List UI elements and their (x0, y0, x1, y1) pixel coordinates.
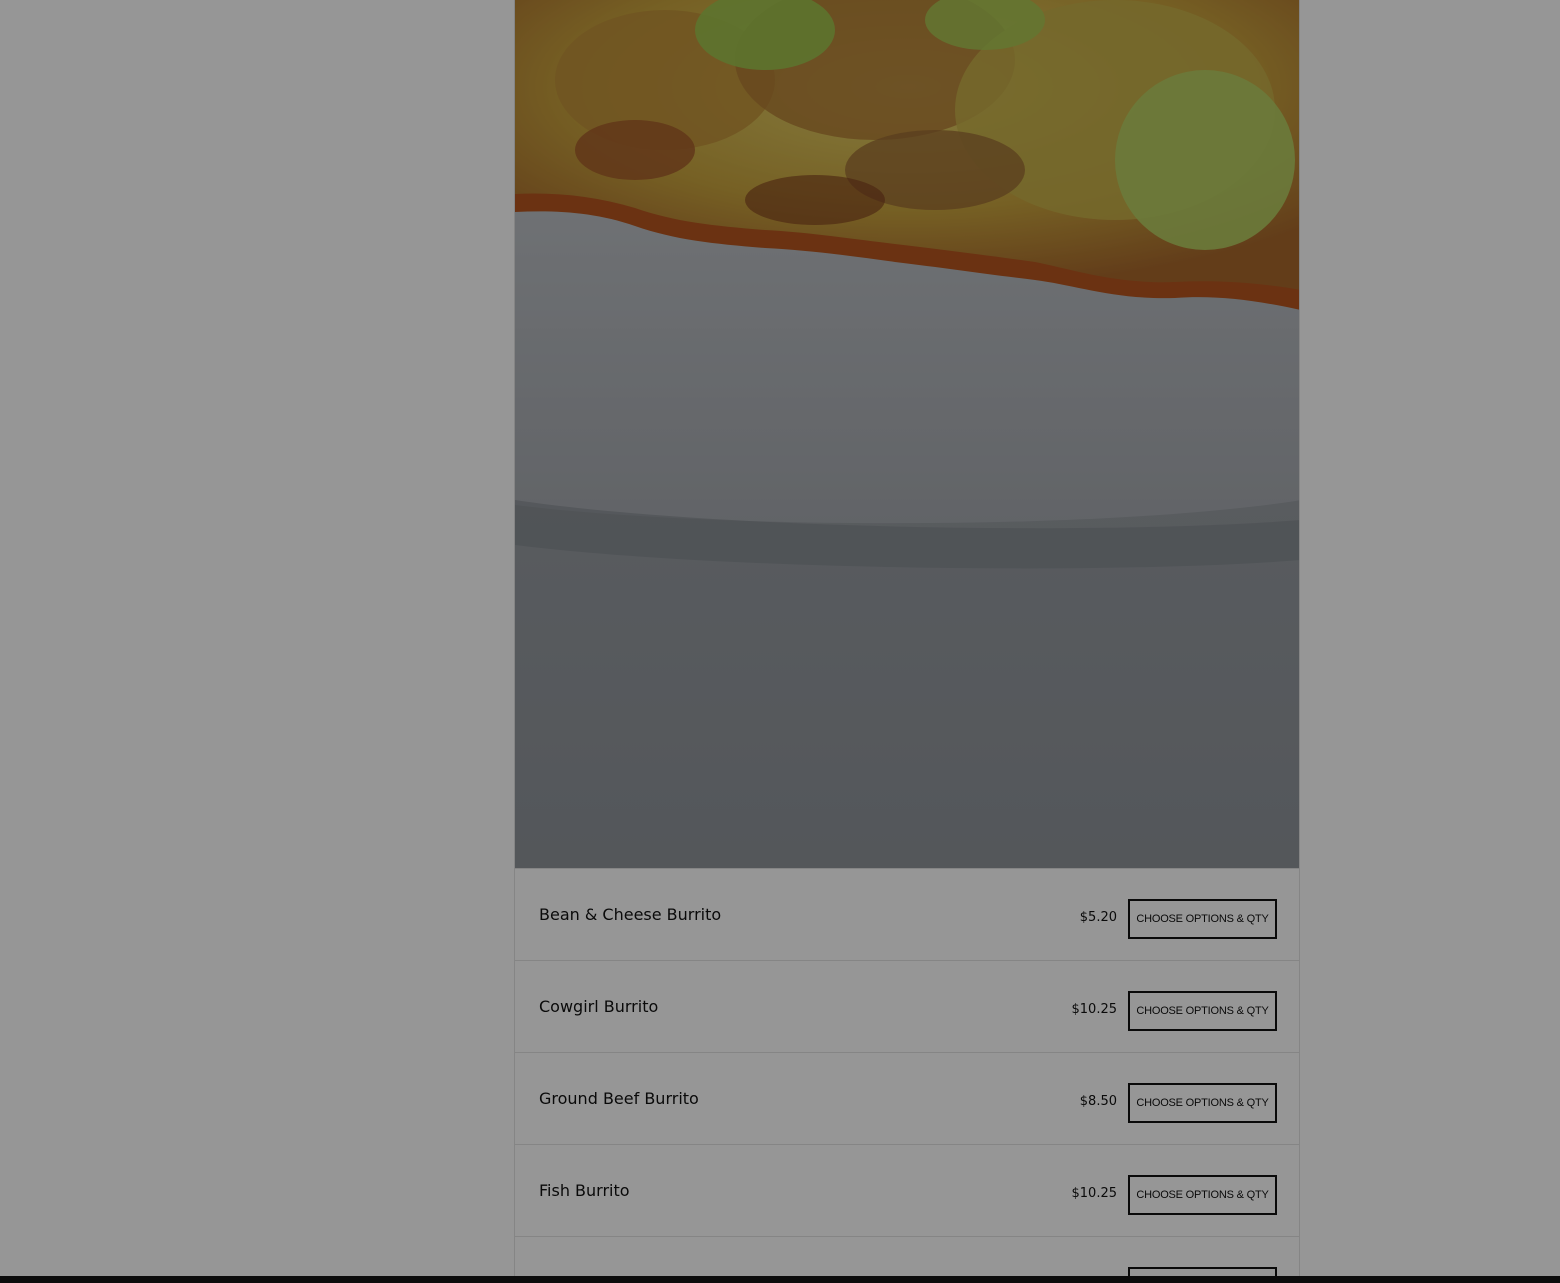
bottom-bar (0, 1276, 1560, 1283)
modal-backdrop-overlay[interactable] (0, 0, 1560, 1276)
page: Bean & Cheese Burrito $5.20 CHOOSE OPTIO… (0, 0, 1560, 1283)
